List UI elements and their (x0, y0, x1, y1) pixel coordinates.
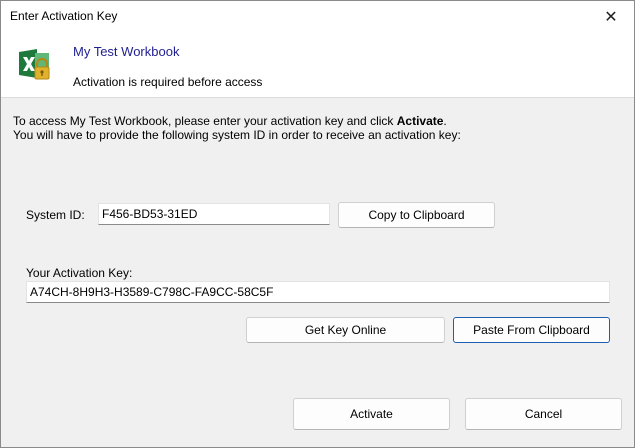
activation-dialog: Enter Activation Key ✕ My Test Workbook … (0, 0, 635, 448)
instructions-line-1: To access My Test Workbook, please enter… (13, 114, 461, 128)
instructions-text: To access My Test Workbook, please enter… (13, 114, 397, 128)
activation-key-label: Your Activation Key: (26, 266, 133, 280)
system-id-field[interactable] (98, 203, 330, 225)
header-subtitle: Activation is required before access (73, 75, 263, 89)
window-title: Enter Activation Key (10, 9, 118, 23)
dialog-header: My Test Workbook Activation is required … (1, 32, 634, 98)
activation-key-field[interactable] (26, 281, 610, 303)
close-button[interactable]: ✕ (588, 1, 634, 32)
get-key-online-button[interactable]: Get Key Online (246, 317, 445, 343)
close-icon: ✕ (604, 8, 618, 26)
system-id-label: System ID: (26, 208, 85, 222)
copy-to-clipboard-button[interactable]: Copy to Clipboard (338, 202, 495, 228)
header-title: My Test Workbook (73, 44, 180, 59)
title-bar: Enter Activation Key ✕ (1, 1, 634, 32)
paste-from-clipboard-button[interactable]: Paste From Clipboard (453, 317, 610, 343)
cancel-button[interactable]: Cancel (465, 398, 622, 430)
excel-lock-icon (19, 49, 50, 80)
instructions-line-2: You will have to provide the following s… (13, 128, 461, 142)
instructions: To access My Test Workbook, please enter… (13, 114, 461, 142)
activate-keyword: Activate (396, 114, 444, 128)
activate-button[interactable]: Activate (293, 398, 450, 430)
instructions-period: . (443, 114, 447, 128)
